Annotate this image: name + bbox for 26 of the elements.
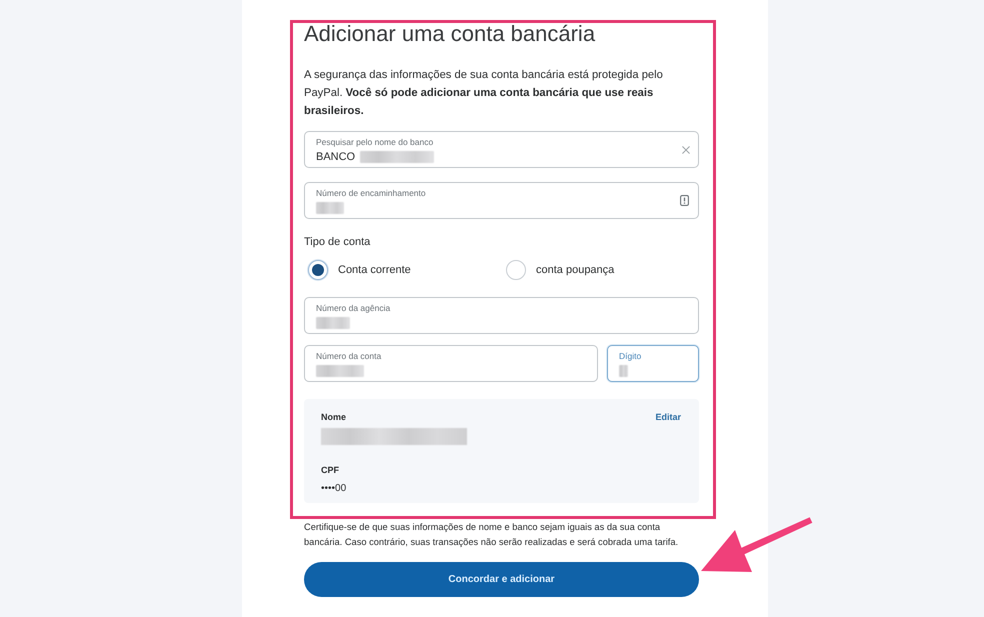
input-field[interactable]: Número da conta (304, 345, 598, 382)
page-title: Adicionar uma conta bancária (304, 20, 596, 48)
close-icon[interactable] (682, 146, 690, 154)
field-label: Pesquisar pelo nome do banco (316, 137, 434, 148)
notice-text: Certifique-se de que suas informações de nome e banco sejam iguais as da sua conta bancária. Caso contrário, suas transações não serão realizadas e será cobrada uma tarifa. (304, 521, 680, 549)
field-label: Número de encaminhamento (316, 188, 426, 199)
radio-label[interactable]: Conta corrente (338, 263, 411, 277)
field-value: BANCO (316, 150, 356, 164)
field-label: Número da conta (316, 351, 382, 362)
field-label: Dígito (619, 351, 642, 362)
radio-button[interactable] (506, 260, 526, 280)
intro-text: A segurança das informações de sua conta bancária está protegida pelo PayPal. Você só pode adicionar uma conta bancária que use reais brasileiros. (304, 68, 664, 119)
input-field[interactable]: Número de encaminhamento (304, 182, 699, 219)
agree-and-add-button[interactable]: Concordar e adicionar (304, 562, 699, 597)
cpf-value: ••••00 (321, 482, 346, 496)
edit-link[interactable]: Editar (655, 411, 681, 423)
field-label: Número da agência (316, 303, 390, 314)
input-field[interactable]: Pesquisar pelo nome do banco BANCO (304, 131, 699, 168)
input-field[interactable]: Dígito (607, 345, 699, 382)
input-field[interactable]: Número da agência (304, 297, 699, 334)
exclamation-box-icon[interactable] (680, 195, 689, 206)
radio-label[interactable]: conta poupança (536, 263, 614, 277)
name-label: Nome (321, 411, 346, 423)
cpf-label: CPF (321, 464, 339, 476)
radio-button[interactable] (308, 260, 328, 280)
section-label: Tipo de conta (304, 235, 370, 250)
